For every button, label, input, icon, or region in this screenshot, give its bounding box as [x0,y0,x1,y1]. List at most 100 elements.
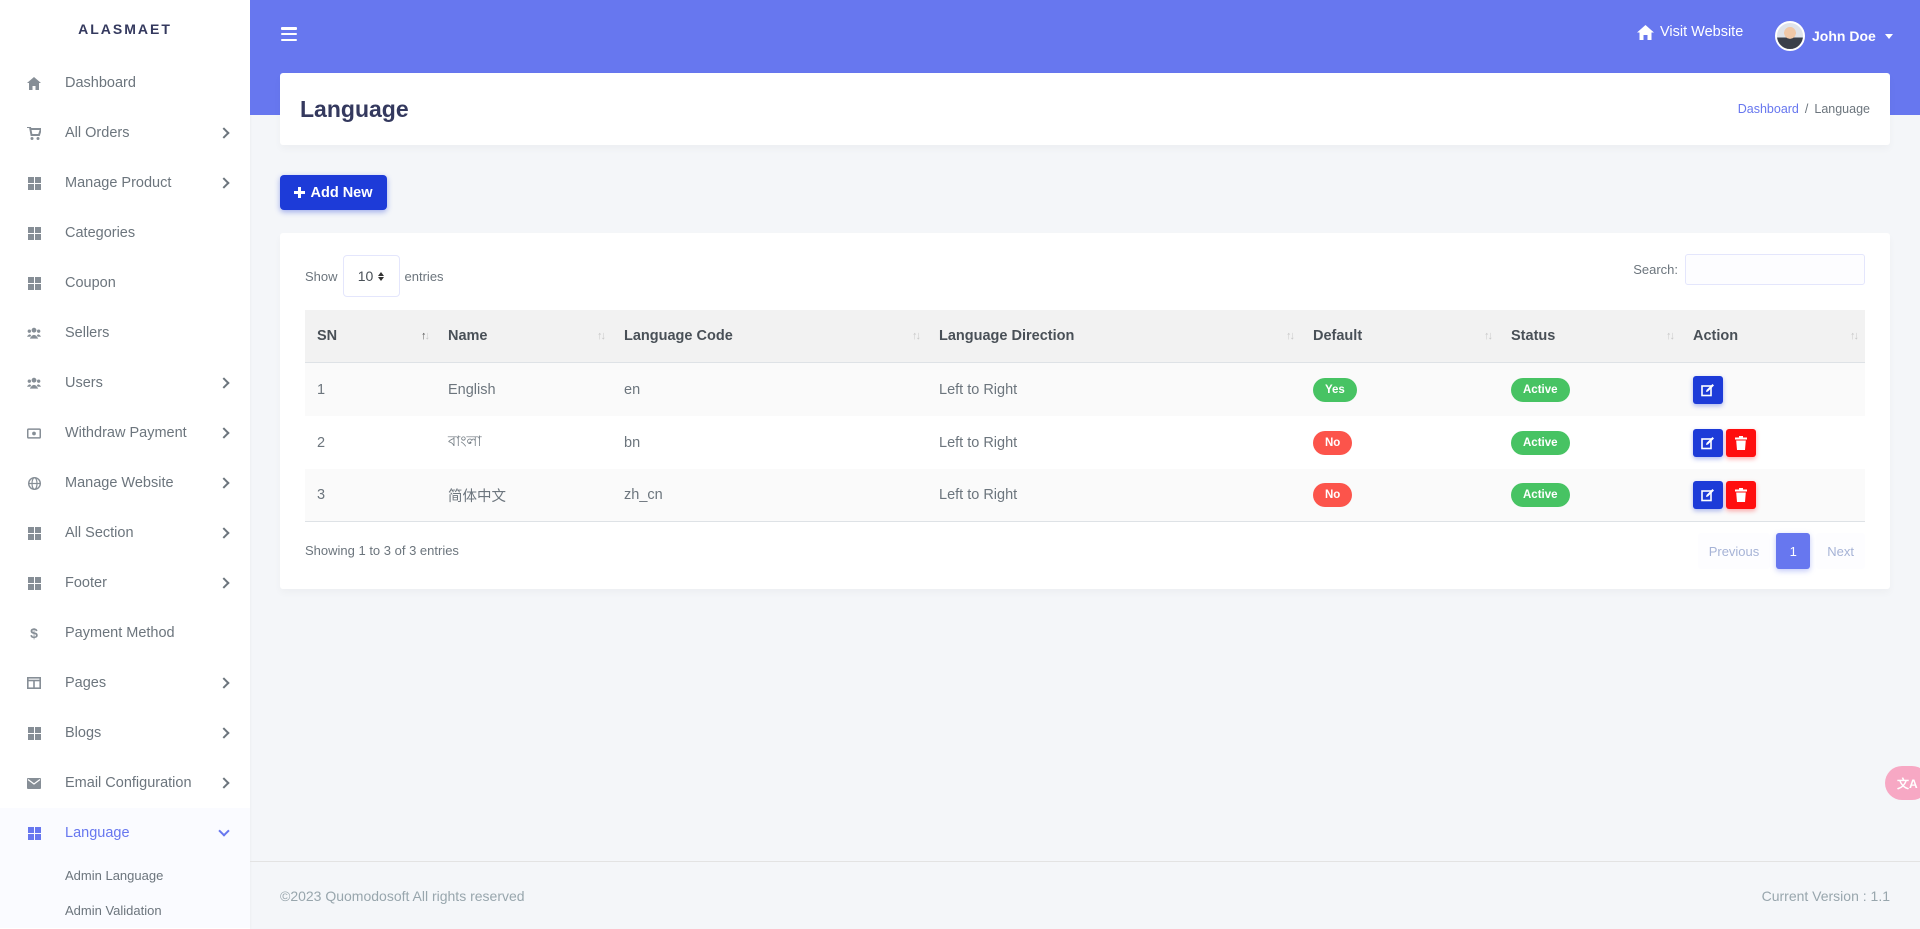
breadcrumb: Dashboard / Language [1738,102,1870,116]
edit-button[interactable] [1693,428,1723,457]
sidebar-subitem-admin-language[interactable]: Admin Language [0,858,250,893]
visit-website-label: Visit Website [1660,24,1744,40]
cell-action [1681,469,1865,521]
sidebar-item-label: Email Configuration [65,775,192,791]
table-body: 1 English en Left to Right Yes Active 2 বাংলা bn… [305,363,1865,522]
breadcrumb-dashboard-link[interactable]: Dashboard [1738,102,1799,116]
sort-icon: ↑↓ [1484,330,1493,342]
delete-button[interactable] [1726,428,1756,457]
footer-copyright: ©2023 Quomodosoft All rights reserved [280,887,525,904]
cell-code: en [624,381,641,398]
status-badge[interactable]: Active [1511,483,1570,507]
sidebar-item-language[interactable]: Language [0,808,250,858]
sidebar-item-dashboard[interactable]: Dashboard [0,58,250,108]
column-header-label: Language Code [624,328,733,344]
pagination-next[interactable]: Next [1816,533,1865,569]
language-table-card: Show 10 entries Search: SN ↑↓ Name ↑↓ Langua… [280,233,1890,589]
status-badge[interactable]: Active [1511,377,1570,402]
chevron-right-icon [218,477,230,489]
sort-icon: ↑↓ [1666,330,1675,342]
sidebar-item-payment-method[interactable]: $ Payment Method [0,608,250,658]
visit-website-link[interactable]: Visit Website [1637,24,1743,40]
column-header-default[interactable]: Default ↑↓ [1301,310,1499,362]
cell-sn: 3 [317,487,326,503]
columns-icon [27,676,41,690]
sidebar-item-label: Language [65,825,130,841]
cell-status: Active [1499,469,1681,521]
sidebar-item-email-configuration[interactable]: Email Configuration [0,758,250,808]
sidebar-item-all-orders[interactable]: All Orders [0,108,250,158]
edit-button[interactable] [1693,375,1723,404]
cell-sn: 2 [317,434,326,451]
sidebar-item-footer[interactable]: Footer [0,558,250,608]
sidebar-item-label: Coupon [65,275,116,291]
cell-default: No [1301,469,1499,521]
cell-default: Yes [1301,363,1499,416]
sort-icon: ↑↓ [421,330,430,342]
globe-icon [27,476,41,490]
column-header-language-direction[interactable]: Language Direction ↑↓ [927,310,1301,362]
sidebar-item-manage-product[interactable]: Manage Product [0,158,250,208]
column-header-name[interactable]: Name ↑↓ [436,310,612,362]
sidebar-item-categories[interactable]: Categories [0,208,250,258]
entries-select[interactable]: 10 [342,255,400,297]
status-badge[interactable]: Active [1511,430,1570,455]
sidebar-item-manage-website[interactable]: Manage Website [0,458,250,508]
sidebar-item-users[interactable]: Users [0,358,250,408]
grid-icon [27,176,41,190]
sidebar-item-label: Pages [65,675,107,691]
sidebar-item-pages[interactable]: Pages [0,658,250,708]
search-control: Search: [1633,254,1865,285]
breadcrumb-separator: / [1804,102,1809,116]
chevron-right-icon [218,127,230,139]
chevron-right-icon [218,177,230,189]
edit-icon [1701,488,1715,502]
grid-icon [27,276,41,290]
sidebar-item-all-section[interactable]: All Section [0,508,250,558]
user-dropdown[interactable]: John Doe [1775,21,1893,51]
sidebar-item-withdraw-payment[interactable]: Withdraw Payment [0,408,250,458]
sidebar-item-label: Categories [65,225,136,241]
column-header-status[interactable]: Status ↑↓ [1499,310,1681,362]
sidebar-item-label: Blogs [65,725,102,741]
delete-button[interactable] [1726,481,1756,509]
sidebar-item-sellers[interactable]: Sellers [0,308,250,358]
column-header-label: Status [1511,328,1556,344]
search-input[interactable] [1685,254,1865,285]
add-new-button[interactable]: Add New [280,175,387,210]
grid-icon [27,526,41,540]
footer: ©2023 Quomodosoft All rights reserved Cu… [250,861,1920,929]
chevron-right-icon [218,427,230,439]
column-header-action[interactable]: Action ↑↓ [1681,310,1865,362]
pagination: Previous 1 Next [1697,533,1865,569]
cell-name: বাংলা [448,433,482,450]
column-header-sn[interactable]: SN ↑↓ [305,310,436,362]
column-header-label: SN [317,328,338,344]
column-header-language-code[interactable]: Language Code ↑↓ [612,310,927,362]
users-icon [27,326,41,340]
chevron-right-icon [218,377,230,389]
brand-logo[interactable]: ALASMAET [0,0,250,58]
table-row: 3 简体中文 zh_cn Left to Right No Active [305,469,1865,522]
sort-icon: ↑↓ [1286,330,1295,342]
sidebar-item-blogs[interactable]: Blogs [0,708,250,758]
translate-icon[interactable]: 文A [1885,766,1920,800]
chevron-right-icon [218,727,230,739]
sidebar-item-label: Sellers [65,325,110,341]
entries-select-value: 10 [357,268,374,284]
chevron-down-icon [218,825,230,837]
grid-icon [27,726,41,740]
show-label: Show [305,268,338,284]
pagination-page-1[interactable]: 1 [1776,533,1811,569]
cell-default: No [1301,416,1499,469]
sidebar-item-label: Footer [65,575,107,591]
cell-sn: 1 [317,381,326,398]
grid-icon [27,826,41,840]
language-table: SN ↑↓ Name ↑↓ Language Code ↑↓ Language Direct… [305,310,1865,522]
sidebar-item-coupon[interactable]: Coupon [0,258,250,308]
pagination-previous[interactable]: Previous [1697,533,1771,569]
grid-icon [27,226,41,240]
edit-button[interactable] [1693,481,1723,509]
sidebar-subitem-admin-validation[interactable]: Admin Validation [0,893,250,928]
menu-toggle-icon[interactable] [281,27,297,41]
